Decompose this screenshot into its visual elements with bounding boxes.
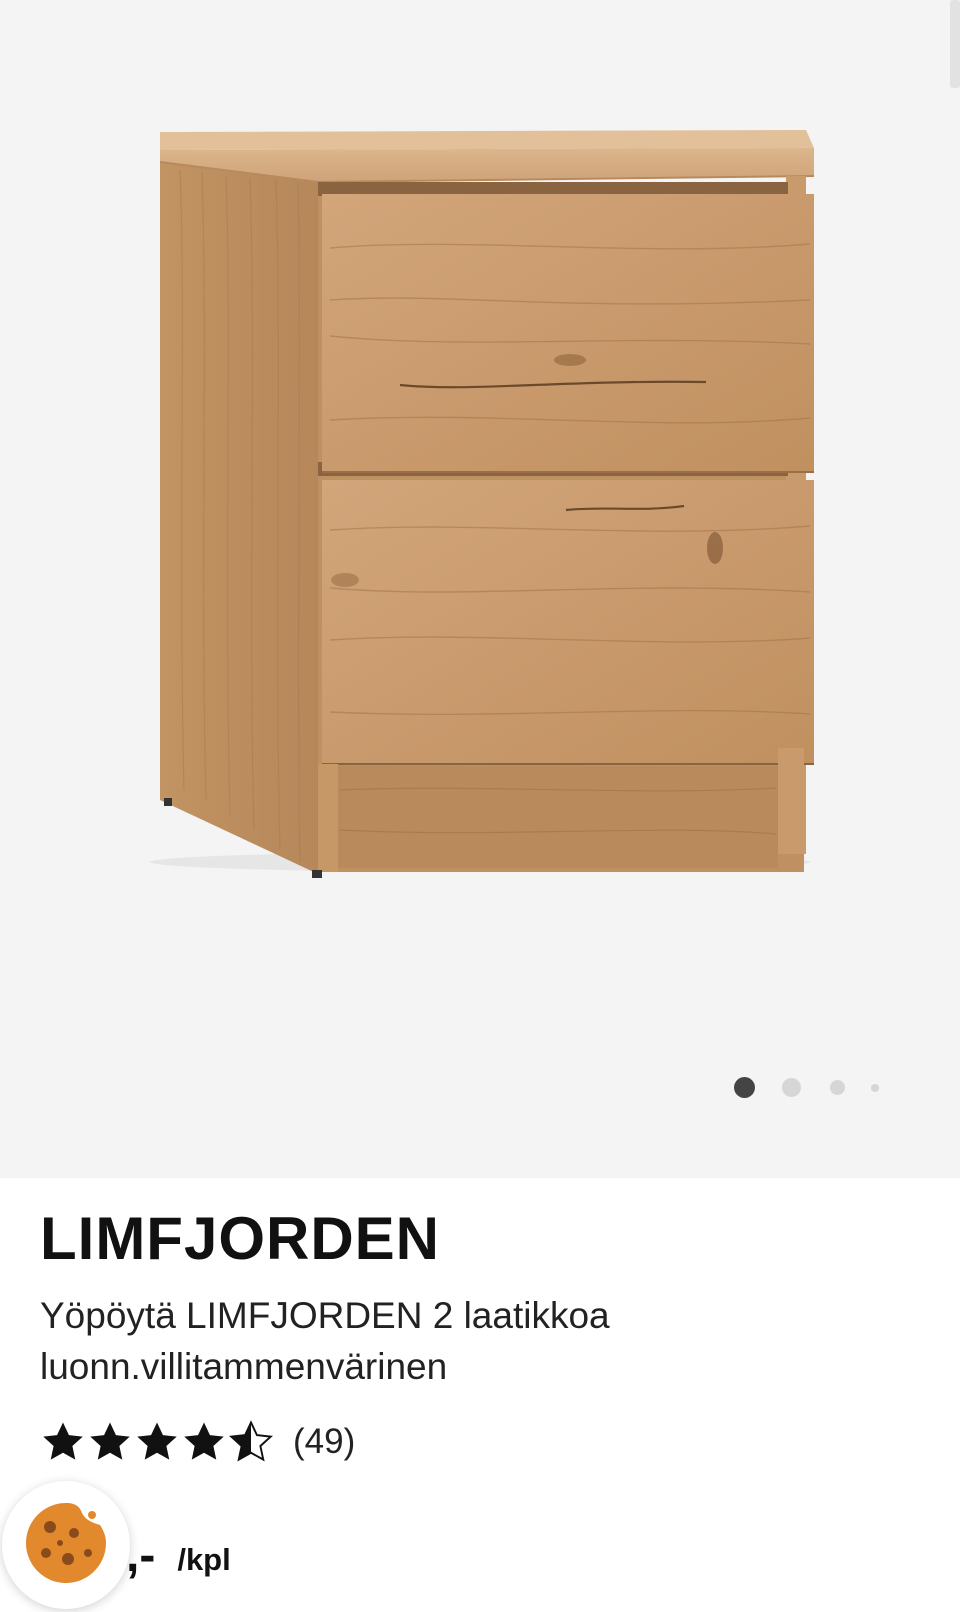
cookie-settings-button[interactable] (2, 1481, 130, 1609)
star-half-icon (229, 1420, 273, 1462)
cookie-icon (26, 1503, 106, 1583)
page-scrollbar[interactable] (950, 0, 960, 88)
price-row: ,- /kpl (126, 1520, 231, 1580)
rating-count[interactable]: (49) (293, 1419, 355, 1465)
gallery-dot-4[interactable] (871, 1084, 879, 1092)
gallery-dot-3[interactable] (830, 1080, 845, 1095)
star-full-icon (90, 1422, 130, 1460)
product-brand-title: LIMFJORDEN (40, 1205, 440, 1272)
product-price: ,- (126, 1529, 156, 1582)
gallery-pagination (730, 1076, 890, 1100)
price-unit: /kpl (177, 1542, 231, 1577)
star-full-icon (43, 1422, 83, 1460)
gallery-dot-1-active[interactable] (734, 1077, 755, 1098)
star-full-icon (137, 1422, 177, 1460)
product-rating[interactable]: (49) (40, 1418, 355, 1466)
product-image[interactable] (0, 0, 960, 1178)
rating-stars (40, 1419, 275, 1465)
product-description: Yöpöytä LIMFJORDEN 2 laatikkoa luonn.vil… (40, 1295, 610, 1387)
gallery-dot-2[interactable] (782, 1078, 801, 1097)
product-image-gallery[interactable] (0, 0, 960, 1178)
star-full-icon (184, 1422, 224, 1460)
